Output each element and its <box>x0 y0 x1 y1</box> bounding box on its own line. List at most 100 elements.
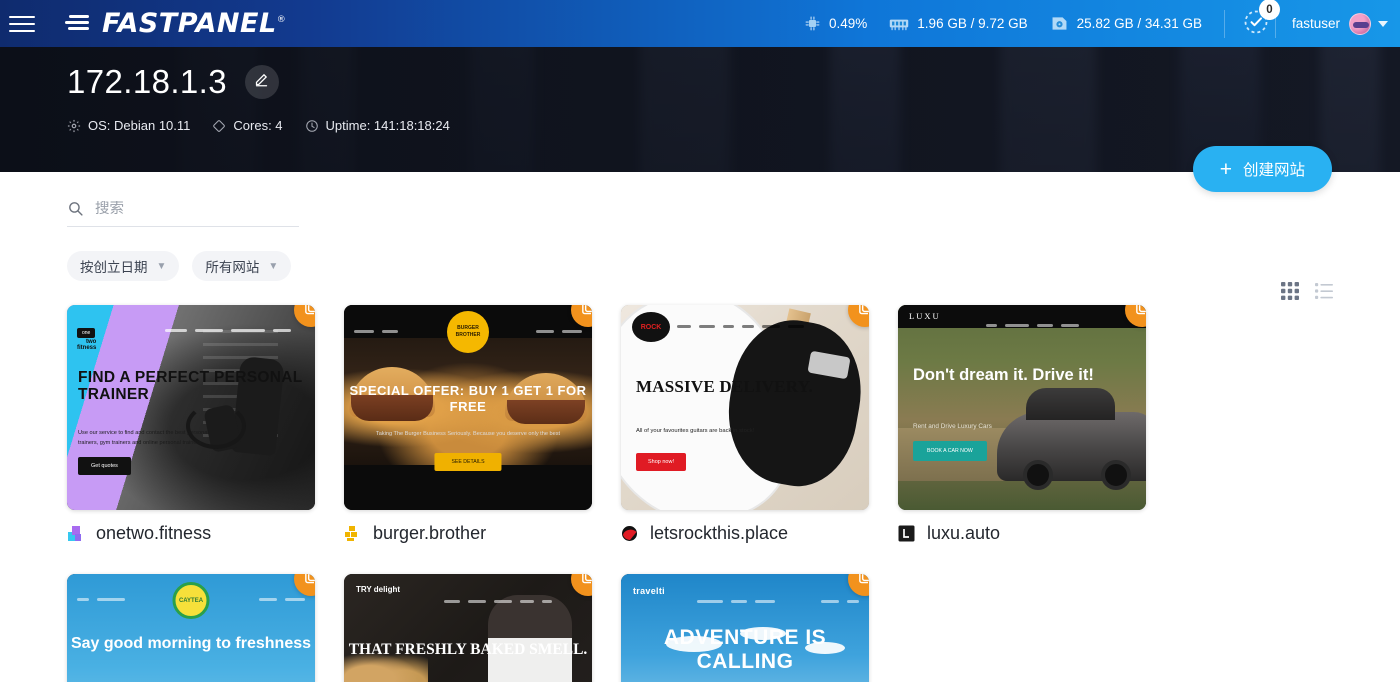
user-menu[interactable]: fastuser <box>1291 12 1388 35</box>
disk-stat[interactable]: 25.82 GB / 34.31 GB <box>1050 15 1202 32</box>
site-thumbnail[interactable]: BURGER BROTHER SPECIAL OFFER: BUY 1 GET … <box>344 305 592 510</box>
preview-cta: BOOK A CAR NOW <box>913 441 987 461</box>
copy-icon <box>580 305 592 321</box>
site-thumbnail[interactable]: one two fitness FIND A PERFECT PERSONAL … <box>67 305 315 510</box>
onetwo-favicon <box>67 525 84 542</box>
preview-heading: FIND A PERFECT PERSONAL TRAINER <box>78 369 303 404</box>
preview-paragraph: Taking The Burger Business Seriously. Be… <box>375 431 561 437</box>
site-card[interactable]: ROCK MASSIVE DELIVERY. All of your favou… <box>621 305 869 544</box>
list-view-button[interactable] <box>1315 282 1333 300</box>
preview-cta: Get quotes <box>78 457 131 475</box>
site-name[interactable]: letsrockthis.place <box>650 523 788 544</box>
copy-icon <box>857 574 869 590</box>
notification-count-badge: 0 <box>1258 0 1280 20</box>
edit-server-button[interactable] <box>244 65 279 99</box>
hamburger-menu-icon[interactable] <box>9 11 35 37</box>
site-label-row: burger.brother <box>344 523 592 544</box>
cores-meta: Cores: 4 <box>212 118 283 133</box>
server-hero-banner: 172.18.1.3 OS: Debian 10.11 Cores: 4 Upt… <box>0 47 1400 172</box>
pencil-icon <box>254 72 269 92</box>
preview-paragraph: All of your favourites guitars are back … <box>636 428 755 434</box>
search-icon <box>67 200 84 217</box>
uptime-label: Uptime: 141:18:18:24 <box>325 118 450 133</box>
cpu-icon <box>804 15 821 32</box>
cpu-value: 0.49% <box>829 16 868 31</box>
create-site-button[interactable]: + 创建网站 <box>1192 146 1332 192</box>
diamond-icon <box>212 119 226 133</box>
preview-heading: Say good morning to freshness <box>70 635 312 652</box>
chevron-down-icon[interactable] <box>1378 20 1388 27</box>
registered-mark: ® <box>276 15 287 25</box>
site-label-row: luxu.auto <box>898 523 1146 544</box>
site-name[interactable]: luxu.auto <box>927 523 1000 544</box>
preview-logo: TRY delight <box>356 585 400 594</box>
system-stats: 0.49% 1.96 GB / 9.72 GB 25.82 GB / 34.31… <box>804 0 1400 40</box>
preview-heading: THAT FRESHLY BAKED SMELL. <box>348 641 588 658</box>
search-input[interactable] <box>95 200 299 217</box>
avatar <box>1349 12 1371 35</box>
preview-paragraph: Use our service to find and contact the … <box>78 430 209 446</box>
site-preview: travelti ADVENTURE IS CALLING Choose and… <box>621 574 869 682</box>
site-preview: LUXU Don't dream it. Drive it! Rent and … <box>898 305 1146 510</box>
site-thumbnail[interactable]: TRY delight THAT FRESHLY BAKED SMELL. Fi… <box>344 574 592 682</box>
brand-label: FASTPANEL <box>102 8 277 39</box>
preview-cta: SEE DETAILS <box>434 453 502 471</box>
view-mode-toggle <box>1265 282 1333 300</box>
disk-value: 25.82 GB / 34.31 GB <box>1076 16 1202 31</box>
divider <box>1223 9 1225 38</box>
site-label-row: onetwo.fitness <box>67 523 315 544</box>
search-box[interactable] <box>67 200 299 227</box>
preview-logo: LUXU <box>909 311 941 321</box>
filter-sort-by-date[interactable]: 按创立日期 ▼ <box>67 251 180 281</box>
brand-logo[interactable]: FASTPANEL® <box>65 8 286 39</box>
search-row <box>67 172 1333 227</box>
os-meta: OS: Debian 10.11 <box>67 118 190 133</box>
cores-label: Cores: 4 <box>233 118 283 133</box>
site-card[interactable]: one two fitness FIND A PERFECT PERSONAL … <box>67 305 315 544</box>
server-ip-title: 172.18.1.3 <box>67 63 227 100</box>
cpu-stat[interactable]: 0.49% <box>804 15 867 32</box>
ram-stat[interactable]: 1.96 GB / 9.72 GB <box>889 15 1028 32</box>
site-preview: one two fitness FIND A PERFECT PERSONAL … <box>67 305 315 510</box>
username-label: fastuser <box>1291 16 1340 31</box>
site-card[interactable]: TRY delight THAT FRESHLY BAKED SMELL. Fi… <box>344 574 592 682</box>
ram-icon <box>889 15 909 32</box>
luxu-favicon <box>898 525 915 542</box>
preview-paragraph: Rent and Drive Luxury Cars <box>913 423 992 430</box>
plus-icon: + <box>1219 157 1232 181</box>
gear-icon <box>67 119 81 133</box>
site-card[interactable]: BURGER BROTHER SPECIAL OFFER: BUY 1 GET … <box>344 305 592 544</box>
site-thumbnail[interactable]: LUXU Don't dream it. Drive it! Rent and … <box>898 305 1146 510</box>
site-name[interactable]: onetwo.fitness <box>96 523 211 544</box>
site-preview: BURGER BROTHER SPECIAL OFFER: BUY 1 GET … <box>344 305 592 510</box>
site-card[interactable]: LUXU Don't dream it. Drive it! Rent and … <box>898 305 1146 544</box>
site-preview: TRY delight THAT FRESHLY BAKED SMELL. Fi… <box>344 574 592 682</box>
site-card[interactable]: travelti ADVENTURE IS CALLING Choose and… <box>621 574 869 682</box>
hero-content: 172.18.1.3 OS: Debian 10.11 Cores: 4 Upt… <box>0 47 1400 133</box>
site-thumbnail[interactable]: CAYTEA Say good morning to freshness <box>67 574 315 682</box>
filter-sort-label: 按创立日期 <box>80 260 148 275</box>
site-thumbnail[interactable]: travelti ADVENTURE IS CALLING Choose and… <box>621 574 869 682</box>
chevron-down-icon: ▼ <box>156 260 167 272</box>
preview-logo: one two fitness <box>77 328 97 351</box>
notifications-button[interactable]: 0 <box>1241 0 1280 40</box>
uptime-meta: Uptime: 141:18:18:24 <box>305 118 450 133</box>
burger-favicon <box>344 525 361 542</box>
site-preview: ROCK MASSIVE DELIVERY. All of your favou… <box>621 305 869 510</box>
chevron-down-icon: ▼ <box>268 260 279 272</box>
preview-heading: MASSIVE DELIVERY. <box>636 377 813 396</box>
brand-name: FASTPANEL® <box>102 8 286 39</box>
os-label: OS: Debian 10.11 <box>88 118 191 133</box>
copy-icon <box>857 305 869 321</box>
preview-logo: BURGER BROTHER <box>447 311 489 353</box>
filter-all-sites[interactable]: 所有网站 ▼ <box>192 251 292 281</box>
filter-all-sites-label: 所有网站 <box>205 260 260 275</box>
sites-panel: 按创立日期 ▼ 所有网站 ▼ <box>0 172 1400 682</box>
filter-row: 按创立日期 ▼ 所有网站 ▼ <box>67 251 1333 281</box>
site-thumbnail[interactable]: ROCK MASSIVE DELIVERY. All of your favou… <box>621 305 869 510</box>
grid-view-button[interactable] <box>1281 282 1299 300</box>
site-card[interactable]: CAYTEA Say good morning to freshness <box>67 574 315 682</box>
letsrock-favicon <box>621 525 638 542</box>
site-name[interactable]: burger.brother <box>373 523 486 544</box>
copy-icon <box>1134 305 1146 321</box>
